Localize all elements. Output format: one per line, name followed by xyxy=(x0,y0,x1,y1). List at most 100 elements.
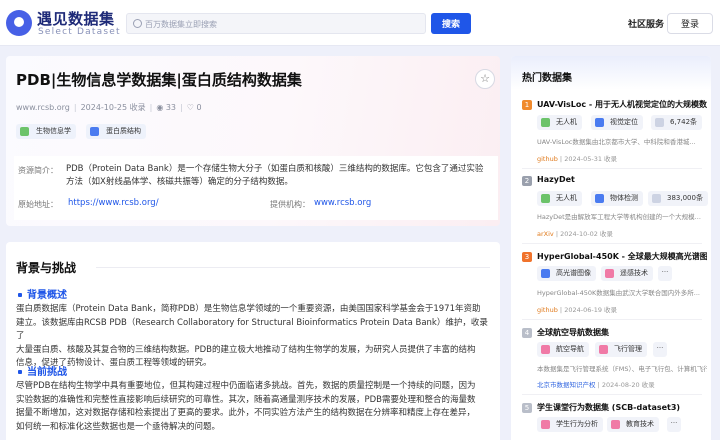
collected-date: 2024-10-25 收录 xyxy=(80,103,146,112)
favorite-star-icon[interactable]: ☆ xyxy=(475,69,495,89)
tag-icon xyxy=(20,127,29,136)
hot-item-title[interactable]: UAV-VisLoc - 用于无人机视觉定位的大规模数据集 xyxy=(537,99,707,110)
rank-badge: 2 xyxy=(522,176,532,186)
search-icon xyxy=(133,19,142,28)
challenge-line: 实验数据的准确性和完整性直接影响后续研究的可靠性。其次，随着高通量测序技术的发展… xyxy=(16,394,476,405)
info-block: 资源简介： PDB（Protein Data Bank）是一个存储生物大分子（如… xyxy=(14,156,498,220)
hot-item-date: 2024-06-19 收录 xyxy=(564,306,618,314)
hot-item-title[interactable]: 学生课堂行为数据集 (SCB-dataset3) xyxy=(537,402,707,413)
hot-item-date: 2024-08-20 收录 xyxy=(601,381,655,389)
hot-tag[interactable]: 物体检测 xyxy=(591,191,643,206)
tag-icon xyxy=(595,194,604,203)
tag-icon xyxy=(605,269,614,278)
hot-tag[interactable]: 航空导航 xyxy=(537,342,589,357)
more-tags-button[interactable]: ··· xyxy=(658,266,672,281)
challenge-line: 尽管PDB在结构生物学中具有重要地位，但其构建过程中仍面临诸多挑战。首先，数据的… xyxy=(16,381,476,391)
challenge-line: 如何统一和标准化这些数据也是一个亟待解决的问题。 xyxy=(16,421,221,432)
overview-title: 背景概述 xyxy=(18,286,67,301)
tag-icon xyxy=(611,420,620,429)
hot-count-label: 6,742条 xyxy=(670,118,698,126)
more-tags-button[interactable]: ··· xyxy=(667,417,681,432)
tag-icon xyxy=(541,118,550,127)
hot-item-footer: github | 2024-05-31 收录 xyxy=(537,155,618,163)
tag-bioinformatics[interactable]: 生物信息学 xyxy=(16,124,76,139)
hot-item-desc: UAV-VisLoc数据集由北京都市大学、中科院和香港城... xyxy=(537,138,696,146)
view-count: 33 xyxy=(165,103,177,112)
origin-label: 原始地址： xyxy=(18,200,58,209)
search-button[interactable]: 搜索 xyxy=(431,13,471,34)
hot-tag[interactable]: 无人机 xyxy=(537,191,582,206)
data-icon xyxy=(652,194,661,203)
overview-line: 信息，促进了药物设计、蛋白质工程等领域的研究。 xyxy=(16,358,212,368)
hot-tag[interactable]: 高光谱图像 xyxy=(537,266,596,281)
hot-item-desc: HazyDet是由解放军工程大学等机构创建的一个大规模... xyxy=(537,213,701,221)
hot-tag[interactable]: 遥感技术 xyxy=(601,266,653,281)
logo-icon[interactable] xyxy=(6,10,32,36)
item-divider xyxy=(522,168,702,169)
hot-datasets-sidebar: 热门数据集 1 UAV-VisLoc - 用于无人机视觉定位的大规模数据集 无人… xyxy=(511,56,711,440)
tag-icon xyxy=(595,118,604,127)
login-button[interactable]: 登录 xyxy=(667,13,713,34)
hot-tag-label: 无人机 xyxy=(556,118,577,126)
hot-item-title[interactable]: HyperGlobal-450K - 全球最大规模高光谱图像数... xyxy=(537,251,707,262)
source-link[interactable]: github xyxy=(537,155,558,163)
overview-line: 大量蛋白质、核酸及其复合物的三维结构数据。PDB的建立极大地推动了结构生物学的发… xyxy=(16,344,476,355)
hot-item-title[interactable]: HazyDet xyxy=(537,175,707,184)
eye-icon: ◉ xyxy=(156,103,164,112)
overview-paragraph: 蛋白质数据库（Protein Data Bank，简称PDB）是生物信息学领域的… xyxy=(16,303,494,371)
page-title: PDB|生物信息学数据集|蛋白质结构数据集 xyxy=(16,71,302,89)
logo-title[interactable]: 遇见数据集 xyxy=(37,8,115,29)
hot-tag[interactable]: 学生行为分析 xyxy=(537,417,603,432)
tag-icon xyxy=(541,420,550,429)
background-challenges-card: 背景与挑战 背景概述 蛋白质数据库（Protein Data Bank，简称PD… xyxy=(6,242,500,440)
hot-tag[interactable]: 教育技术 xyxy=(607,417,659,432)
intro-line-2: 方法（如X射线晶体学、核磁共振等）确定的分子结构数据。 xyxy=(66,177,293,187)
sidebar-title: 热门数据集 xyxy=(522,73,572,84)
tag-icon xyxy=(541,194,550,203)
source-site[interactable]: www.rcsb.org xyxy=(16,103,70,112)
overview-line: 建立。该数据库由RCSB PDB（Research Collaboratory … xyxy=(16,317,488,342)
hot-count-label: 383,000条 xyxy=(667,194,703,202)
dataset-meta: www.rcsb.org | 2024-10-25 收录 | ◉ 33 | ♡ 0 xyxy=(16,103,202,112)
source-link[interactable]: github xyxy=(537,306,558,314)
challenge-paragraph: 尽管PDB在结构生物学中具有重要地位，但其构建过程中仍面临诸多挑战。首先，数据的… xyxy=(16,380,494,434)
tag-label: 生物信息学 xyxy=(36,127,71,135)
tag-label: 蛋白质结构 xyxy=(106,127,141,135)
logo-subtitle: Select Dataset xyxy=(38,27,121,37)
top-header: 遇见数据集 Select Dataset 搜索 社区服务 登录 xyxy=(0,0,720,46)
tag-icon xyxy=(599,345,608,354)
hot-item-footer: 北京市数据知识产权 | 2024-08-20 收录 xyxy=(537,381,655,389)
hot-item-footer: arXiv | 2024-10-02 收录 xyxy=(537,230,613,238)
rank-badge: 3 xyxy=(522,252,532,262)
hot-tag[interactable]: 无人机 xyxy=(537,115,582,130)
tag-protein-structure[interactable]: 蛋白质结构 xyxy=(86,124,146,139)
hot-tag-label: 学生行为分析 xyxy=(556,420,598,428)
rank-badge: 4 xyxy=(522,328,532,338)
search-box[interactable] xyxy=(126,13,426,34)
item-divider xyxy=(522,394,702,395)
source-link[interactable]: 北京市数据知识产权 xyxy=(537,381,596,389)
hot-tag-label: 教育技术 xyxy=(626,420,654,428)
hot-item-title[interactable]: 全球航空导航数据集 xyxy=(537,327,707,338)
hot-tag-label: 遥感技术 xyxy=(620,269,648,277)
hot-item-date: 2024-10-02 收录 xyxy=(560,230,613,238)
item-divider xyxy=(522,319,702,320)
community-link[interactable]: 社区服务 xyxy=(628,17,664,30)
hot-item-footer: github | 2024-06-19 收录 xyxy=(537,306,618,314)
tag-icon xyxy=(90,127,99,136)
hot-tag[interactable]: 视觉定位 xyxy=(591,115,643,130)
rank-badge: 1 xyxy=(522,100,532,110)
origin-url-link[interactable]: https://www.rcsb.org/ xyxy=(68,198,159,208)
heart-icon: ♡ xyxy=(186,103,194,112)
search-input[interactable] xyxy=(145,17,415,31)
hot-tag[interactable]: 飞行管理 xyxy=(595,342,647,357)
hot-count: 383,000条 xyxy=(648,191,708,206)
provider-label: 提供机构： xyxy=(270,200,310,209)
challenge-line: 据量不断增加，这对数据存储和检索提出了更高的要求。此外，不同实验方法产生的结构数… xyxy=(16,408,476,418)
hot-count: 6,742条 xyxy=(651,115,703,130)
source-link[interactable]: arXiv xyxy=(537,230,554,238)
hot-tag-label: 航空导航 xyxy=(556,345,584,353)
provider-link[interactable]: www.rcsb.org xyxy=(314,198,371,208)
intro-text: PDB（Protein Data Bank）是一个存储生物大分子（如蛋白质和核酸… xyxy=(66,163,483,189)
more-tags-button[interactable]: ··· xyxy=(653,342,667,357)
